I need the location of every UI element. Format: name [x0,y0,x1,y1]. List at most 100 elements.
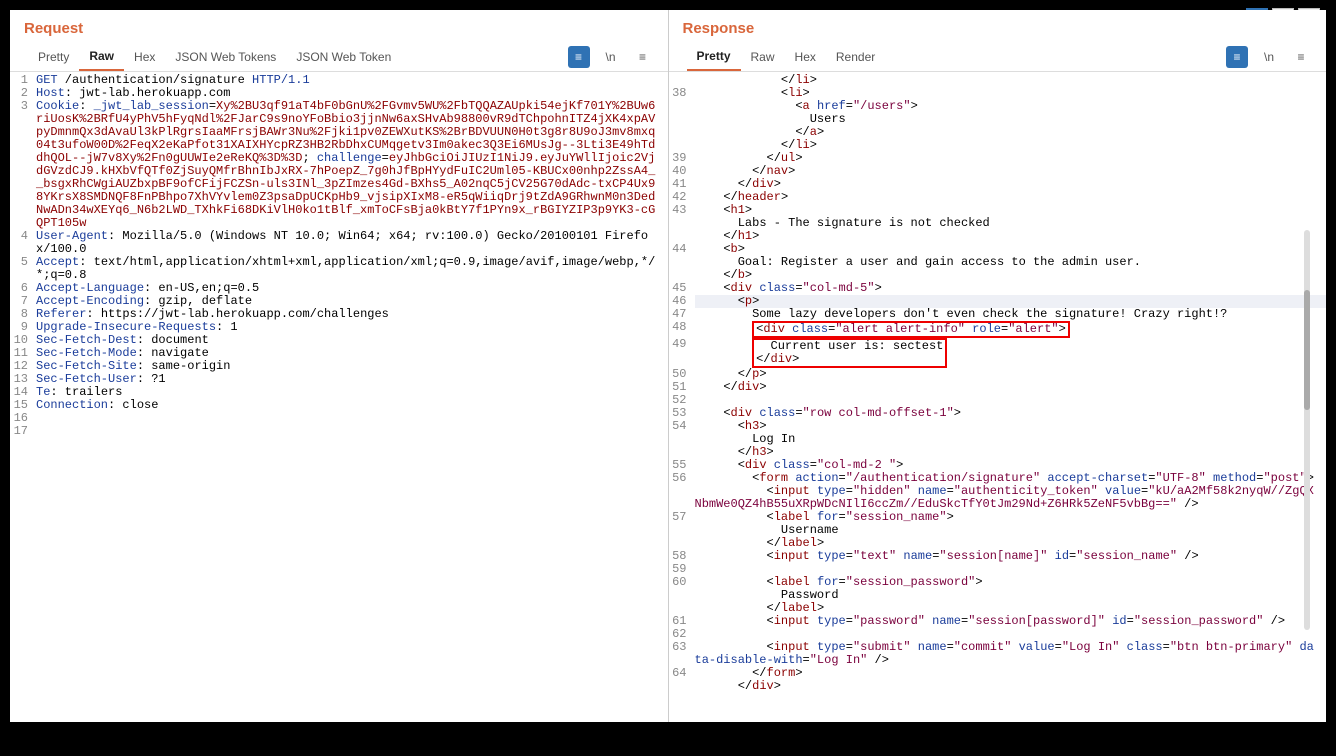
request-code-area[interactable]: 1GET /authentication/signature HTTP/1.12… [10,72,668,722]
code-line[interactable]: 4User-Agent: Mozilla/5.0 (Windows NT 10.… [10,230,668,256]
line-content[interactable]: <div class="col-md-5"> [695,282,1327,295]
line-content[interactable] [36,412,668,425]
line-content[interactable]: Some lazy developers don't even check th… [695,308,1327,321]
burp-message-editor: Request PrettyRawHexJSON Web TokensJSON … [10,10,1326,722]
line-number: 17 [10,425,36,438]
tab-json-web-token[interactable]: JSON Web Token [286,44,401,70]
code-line[interactable]: Goal: Register a user and gain access to… [669,256,1327,269]
line-number: 49 [669,338,695,368]
line-content[interactable]: <input type="text" name="session[name]" … [695,550,1327,563]
line-content[interactable]: Goal: Register a user and gain access to… [695,256,1327,269]
tab-json-web-tokens[interactable]: JSON Web Tokens [165,44,286,70]
response-panel: Response PrettyRawHexRender ≡ \n ≡ </li>… [669,10,1327,722]
line-content[interactable]: </h1> [695,230,1327,243]
line-number [669,256,695,269]
tab-hex[interactable]: Hex [785,44,826,70]
code-line[interactable]: 47 Some lazy developers don't even check… [669,308,1327,321]
response-scroll-thumb[interactable] [1304,290,1310,410]
line-content[interactable]: Accept: text/html,application/xhtml+xml,… [36,256,668,282]
code-line[interactable]: Labs - The signature is not checked [669,217,1327,230]
request-tabs: PrettyRawHexJSON Web TokensJSON Web Toke… [10,43,668,72]
code-line[interactable]: 58 <input type="text" name="session[name… [669,550,1327,563]
code-line[interactable]: <input type="hidden" name="authenticity_… [669,485,1327,511]
request-panel: Request PrettyRawHexJSON Web TokensJSON … [10,10,669,722]
line-content[interactable]: Current user is: sectest</div> [695,338,1327,368]
code-line[interactable]: </h1> [669,230,1327,243]
line-content[interactable]: </div> [695,178,1327,191]
line-number: 57 [669,511,695,524]
line-content[interactable]: </div> [695,381,1327,394]
code-line[interactable]: 48 <div class="alert alert-info" role="a… [669,321,1327,338]
line-content[interactable]: User-Agent: Mozilla/5.0 (Windows NT 10.0… [36,230,668,256]
line-content[interactable] [36,425,668,438]
code-line[interactable]: 45 <div class="col-md-5"> [669,282,1327,295]
tab-pretty[interactable]: Pretty [28,44,79,70]
line-content[interactable]: Sec-Fetch-User: ?1 [36,373,668,386]
line-number: 60 [669,576,695,589]
line-content[interactable]: <input type="submit" name="commit" value… [695,641,1327,667]
line-number: 48 [669,321,695,338]
line-content[interactable]: Log In [695,433,1327,446]
tab-render[interactable]: Render [826,44,885,70]
line-number [669,217,695,230]
line-number: 4 [10,230,36,256]
line-number [669,589,695,602]
response-title: Response [669,10,1327,43]
line-number: 64 [669,667,695,680]
line-content[interactable]: Labs - The signature is not checked [695,217,1327,230]
code-line[interactable]: </div> [669,680,1327,693]
code-line[interactable]: 5Accept: text/html,application/xhtml+xml… [10,256,668,282]
line-content[interactable]: <div class="row col-md-offset-1"> [695,407,1327,420]
line-number [669,100,695,113]
line-number [669,126,695,139]
line-number: 56 [669,472,695,485]
code-line[interactable]: 3Cookie: _jwt_lab_session=Xy%2BU3qf91aT4… [10,100,668,230]
line-number [669,433,695,446]
request-tab-actions: ≡ \n ≡ [568,46,660,68]
line-content[interactable]: </form> [695,667,1327,680]
code-line[interactable]: 16 [10,412,668,425]
code-line[interactable]: 17 [10,425,668,438]
line-number [669,680,695,693]
request-actions-icon[interactable]: ≡ [568,46,590,68]
line-number: 54 [669,420,695,433]
code-line[interactable]: 49 Current user is: sectest</div> [669,338,1327,368]
line-content[interactable]: <input type="hidden" name="authenticity_… [695,485,1327,511]
code-line[interactable]: 42 </header> [669,191,1327,204]
line-content[interactable]: <div class="alert alert-info" role="aler… [695,321,1327,338]
line-content[interactable]: </div> [695,680,1327,693]
response-actions-icon[interactable]: ≡ [1226,46,1248,68]
line-content[interactable]: <input type="password" name="session[pas… [695,615,1327,628]
tab-pretty[interactable]: Pretty [687,43,741,71]
response-scrollbar[interactable] [1304,230,1310,630]
line-number: 38 [669,87,695,100]
line-number: 3 [10,100,36,230]
code-line[interactable]: 63 <input type="submit" name="commit" va… [669,641,1327,667]
newline-toggle-icon[interactable]: \n [1258,46,1280,68]
code-line[interactable]: 50 </p> [669,368,1327,381]
code-line[interactable]: 61 <input type="password" name="session[… [669,615,1327,628]
response-tab-actions: ≡ \n ≡ [1226,46,1318,68]
tab-raw[interactable]: Raw [741,44,785,70]
newline-toggle-icon[interactable]: \n [600,46,622,68]
line-number: 5 [10,256,36,282]
response-tabs: PrettyRawHexRender ≡ \n ≡ [669,43,1327,72]
line-content[interactable]: Connection: close [36,399,668,412]
code-line[interactable]: 53 <div class="row col-md-offset-1"> [669,407,1327,420]
hamburger-icon[interactable]: ≡ [1290,46,1312,68]
line-content[interactable]: Cookie: _jwt_lab_session=Xy%2BU3qf91aT4b… [36,100,668,230]
request-title: Request [10,10,668,43]
line-content[interactable]: </header> [695,191,1327,204]
tab-hex[interactable]: Hex [124,44,165,70]
line-number [669,524,695,537]
tab-raw[interactable]: Raw [79,43,124,71]
code-line[interactable]: 15Connection: close [10,399,668,412]
line-content[interactable]: </p> [695,368,1327,381]
line-content[interactable]: </nav> [695,165,1327,178]
line-number: 43 [669,204,695,217]
line-number [669,113,695,126]
code-line[interactable]: 51 </div> [669,381,1327,394]
hamburger-icon[interactable]: ≡ [632,46,654,68]
line-number: 44 [669,243,695,256]
response-code-area[interactable]: </li>38 <li> <a href="/users"> Users </a… [669,72,1327,722]
